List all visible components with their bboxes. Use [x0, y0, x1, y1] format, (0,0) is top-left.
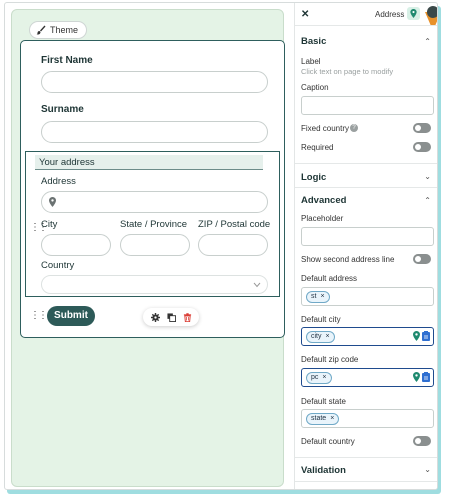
form-canvas: Theme First Name Surname Your address Ad… [11, 9, 285, 487]
address-element-icon [407, 7, 420, 20]
submit-button[interactable]: Submit [47, 306, 95, 326]
tag-text: pc [311, 374, 319, 381]
field-actions [413, 372, 430, 382]
address-input[interactable] [41, 191, 268, 213]
default-zip-input[interactable]: pc × [301, 368, 434, 387]
country-label: Country [41, 260, 75, 271]
surname-input[interactable] [41, 121, 268, 143]
country-select[interactable] [41, 275, 268, 294]
variable-tag[interactable]: st × [306, 291, 330, 303]
default-state-label: Default state [301, 397, 346, 406]
location-pin-icon[interactable] [413, 372, 420, 382]
surname-label: Surname [41, 104, 84, 115]
help-icon[interactable]: ? [350, 124, 358, 132]
tag-remove-icon[interactable]: × [330, 414, 334, 424]
chevron-up-icon[interactable]: ⌃ [424, 196, 431, 205]
app-frame: Theme First Name Surname Your address Ad… [4, 2, 438, 490]
panel-title: Address [375, 10, 405, 19]
tag-remove-icon[interactable]: × [322, 373, 326, 383]
default-city-label: Default city [301, 315, 341, 324]
drag-handle-icon[interactable]: ⋮⋮ [30, 223, 48, 233]
clipboard-icon[interactable] [422, 331, 430, 341]
chevron-down-icon [253, 282, 261, 288]
theme-button-label: Theme [50, 25, 79, 35]
settings-gear-icon[interactable] [150, 312, 160, 322]
zip-label: ZIP / Postal code [198, 219, 271, 230]
drag-handle-icon[interactable]: ⋮⋮ [30, 311, 48, 321]
duplicate-icon[interactable] [166, 312, 176, 322]
caption-field-title: Caption [301, 83, 329, 92]
default-address-label: Default address [301, 274, 358, 283]
tag-text: city [311, 333, 322, 340]
close-icon[interactable]: ✕ [301, 9, 309, 20]
delete-icon[interactable] [183, 312, 192, 322]
element-toolbar [143, 308, 199, 326]
default-state-input[interactable]: state × [301, 409, 434, 428]
first-name-input[interactable] [41, 71, 268, 93]
first-name-label: First Name [41, 55, 93, 66]
default-address-input[interactable]: st × [301, 287, 434, 306]
default-city-input[interactable]: city × [301, 327, 434, 346]
location-pin-icon [49, 197, 56, 207]
section-logic[interactable]: Logic [301, 172, 326, 183]
city-input[interactable] [41, 234, 111, 256]
variable-tag[interactable]: pc × [306, 372, 332, 384]
section-advanced[interactable]: Advanced [301, 195, 346, 206]
zip-input[interactable] [198, 234, 268, 256]
chevron-down-icon[interactable]: ⌄ [424, 172, 431, 181]
tag-text: st [311, 293, 317, 300]
fixed-country-label: Fixed country [301, 124, 350, 133]
label-hint: Click text on page to modify [301, 67, 394, 76]
required-toggle[interactable] [413, 142, 431, 152]
label-field-title: Label [301, 57, 321, 66]
variable-tag[interactable]: state × [306, 413, 340, 425]
form-card: First Name Surname Your address Address … [20, 40, 285, 338]
placeholder-input[interactable] [301, 227, 434, 246]
clipboard-icon[interactable] [422, 372, 430, 382]
caption-input[interactable] [301, 96, 434, 115]
state-label: State / Province [120, 219, 188, 230]
default-country-toggle[interactable] [413, 436, 431, 446]
chevron-up-icon[interactable]: ⌃ [424, 37, 431, 46]
show-second-line-label: Show second address line [301, 255, 395, 264]
required-label: Required [301, 143, 334, 152]
city-label: City [41, 219, 58, 230]
section-validation[interactable]: Validation [301, 465, 346, 476]
default-country-label: Default country [301, 437, 355, 446]
default-zip-label: Default zip code [301, 355, 359, 364]
variable-tag[interactable]: city × [306, 331, 335, 343]
section-basic[interactable]: Basic [301, 36, 326, 47]
properties-panel: ✕ Address Basic ⌃ Label Click text on pa… [294, 3, 437, 489]
chevron-down-icon[interactable]: ⌄ [424, 465, 431, 474]
field-actions [413, 331, 430, 341]
state-input[interactable] [120, 234, 190, 256]
show-second-line-toggle[interactable] [413, 254, 431, 264]
tag-remove-icon[interactable]: × [320, 292, 324, 302]
location-pin-icon[interactable] [413, 331, 420, 341]
placeholder-label: Placeholder [301, 214, 344, 223]
brush-icon [36, 25, 46, 35]
tag-text: state [311, 415, 327, 422]
theme-button[interactable]: Theme [29, 21, 88, 39]
address-header[interactable]: Your address [35, 155, 263, 170]
tag-remove-icon[interactable]: × [326, 332, 330, 342]
user-avatar-icon[interactable] [424, 4, 437, 26]
address-label: Address [41, 176, 76, 187]
fixed-country-toggle[interactable] [413, 123, 431, 133]
